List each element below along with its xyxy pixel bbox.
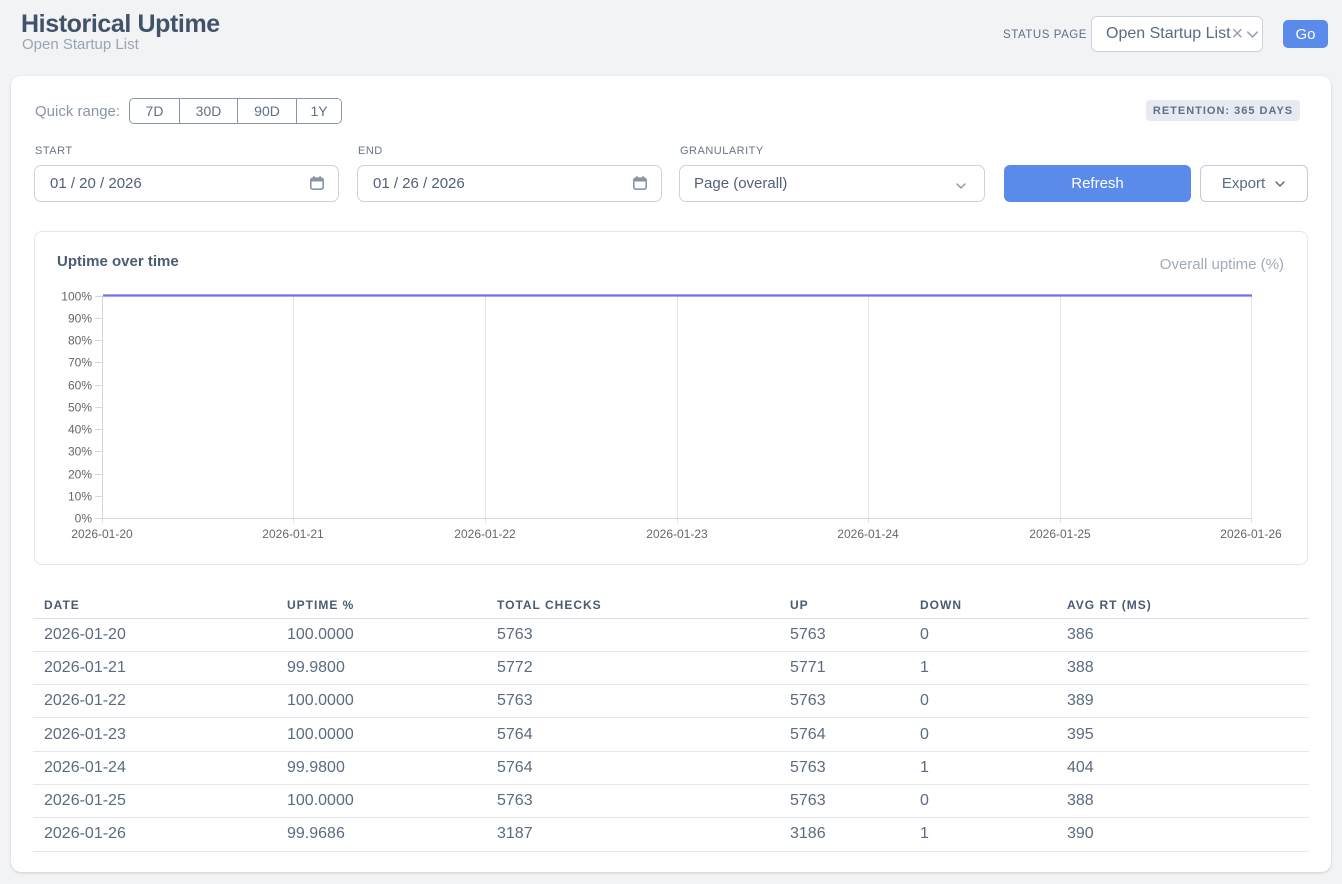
svg-text:2026-01-21: 2026-01-21 xyxy=(262,527,324,541)
svg-text:2026-01-22: 2026-01-22 xyxy=(454,527,516,541)
svg-text:60%: 60% xyxy=(68,379,92,393)
svg-text:2026-01-20: 2026-01-20 xyxy=(71,527,133,541)
svg-text:90%: 90% xyxy=(68,312,92,326)
svg-text:2026-01-26: 2026-01-26 xyxy=(1220,527,1282,541)
svg-text:2026-01-23: 2026-01-23 xyxy=(646,527,708,541)
svg-text:2026-01-25: 2026-01-25 xyxy=(1029,527,1091,541)
svg-text:10%: 10% xyxy=(68,490,92,504)
svg-text:30%: 30% xyxy=(68,445,92,459)
svg-text:80%: 80% xyxy=(68,334,92,348)
svg-text:20%: 20% xyxy=(68,468,92,482)
svg-text:70%: 70% xyxy=(68,356,92,370)
svg-text:50%: 50% xyxy=(68,401,92,415)
svg-text:2026-01-24: 2026-01-24 xyxy=(837,527,899,541)
svg-text:0%: 0% xyxy=(75,512,93,526)
svg-text:100%: 100% xyxy=(61,290,92,304)
svg-text:40%: 40% xyxy=(68,423,92,437)
